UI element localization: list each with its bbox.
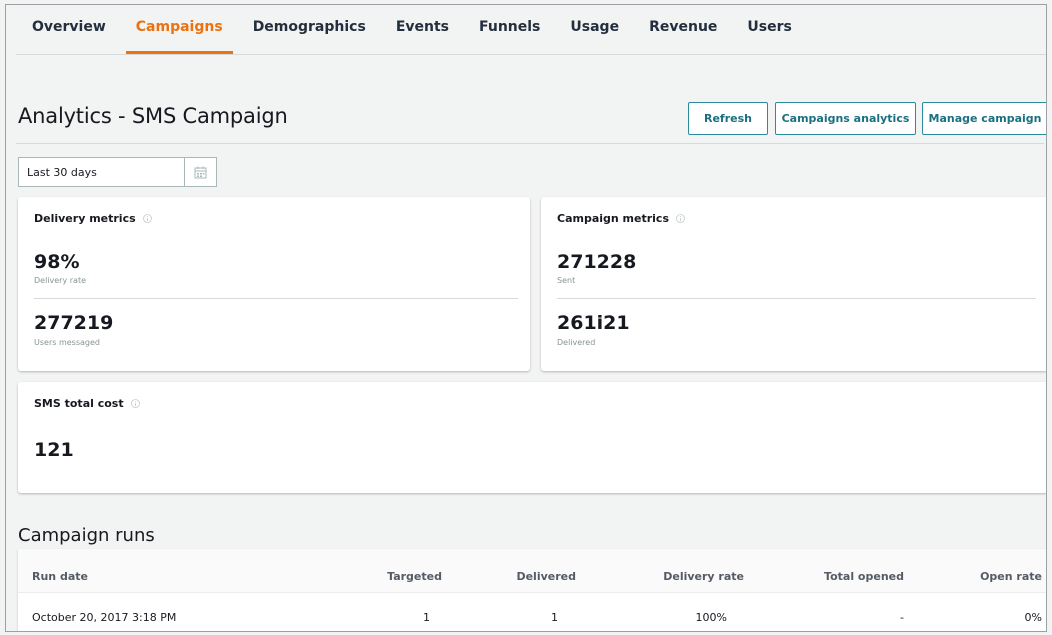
sms-cost-header: SMS total cost [34,397,140,410]
col-run-date[interactable]: Run date [32,570,88,583]
app-frame: Overview Campaigns Demographics Events F… [5,4,1047,632]
delivery-metrics-header: Delivery metrics [34,212,152,225]
sms-cost-title: SMS total cost [34,397,124,410]
row-total-opened: - [900,611,904,624]
tab-users[interactable]: Users [747,5,791,54]
campaign-metrics-header: Campaign metrics [557,212,685,225]
campaign-metrics-title: Campaign metrics [557,212,670,225]
users-messaged-value: 277219 [34,312,114,334]
delivered-label: Delivered [557,338,596,347]
campaign-runs-title: Campaign runs [18,525,155,546]
col-open-rate[interactable]: Open rate [980,570,1042,583]
tab-usage[interactable]: Usage [570,5,619,54]
delivery-rate-value: 98% [34,251,80,273]
sent-label: Sent [557,276,576,285]
campaigns-analytics-button[interactable]: Campaigns analytics [775,102,916,135]
date-range-value: Last 30 days [27,165,97,179]
tab-revenue[interactable]: Revenue [649,5,717,54]
delivered-value: 261i21 [557,312,630,334]
delivery-rate-label: Delivery rate [34,276,86,285]
metrics-divider [34,298,518,299]
row-delivered: 1 [551,611,558,624]
delivery-metrics-card: Delivery metrics 98% Delivery rate 27721… [18,197,530,371]
date-range-picker[interactable]: Last 30 days [18,157,217,187]
info-icon[interactable] [142,214,152,223]
row-run-date: October 20, 2017 3:18 PM [32,611,177,624]
row-open-rate: 0% [1024,611,1042,624]
col-total-opened[interactable]: Total opened [824,570,904,583]
refresh-button[interactable]: Refresh [688,102,768,135]
campaign-runs-table: Run date Targeted Delivered Delivery rat… [18,549,1046,631]
row-targeted: 1 [423,611,430,624]
metrics-divider [557,298,1036,299]
page-title: Analytics - SMS Campaign [18,104,288,128]
tab-campaigns[interactable]: Campaigns [125,5,233,54]
nav-tabs: Overview Campaigns Demographics Events F… [16,5,1046,55]
campaign-metrics-card: Campaign metrics 271228 Sent 261i21 Deli… [541,197,1046,371]
delivery-metrics-title: Delivery metrics [34,212,136,225]
info-icon[interactable] [130,399,140,408]
row-delivery-rate: 100% [695,611,727,624]
sms-cost-value: 121 [34,439,74,461]
users-messaged-label: Users messaged [34,338,100,347]
col-delivery-rate[interactable]: Delivery rate [663,570,744,583]
sent-value: 271228 [557,251,637,273]
header-divider [16,143,1044,144]
tab-funnels[interactable]: Funnels [479,5,540,54]
calendar-icon[interactable] [184,158,216,186]
col-delivered[interactable]: Delivered [516,570,576,583]
sms-cost-card: SMS total cost 121 [18,382,1046,493]
info-icon[interactable] [676,214,685,223]
tab-demographics[interactable]: Demographics [253,5,366,54]
col-targeted[interactable]: Targeted [387,570,442,583]
tab-events[interactable]: Events [396,5,449,54]
tab-overview[interactable]: Overview [32,5,106,54]
manage-campaign-button[interactable]: Manage campaign [922,102,1046,135]
